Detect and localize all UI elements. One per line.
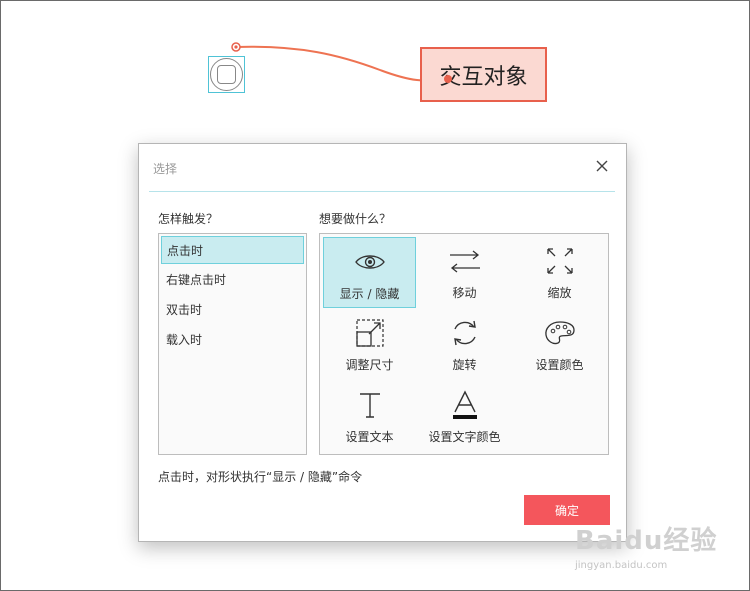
action-grid: 显示 / 隐藏 移动 缩放 调整尺寸 旋转 设置颜色 设置文本 设置文字颜色 <box>319 233 609 455</box>
watermark-sub: jingyan.baidu.com <box>575 560 668 571</box>
close-button[interactable] <box>592 156 612 176</box>
trigger-item-click[interactable]: 点击时 <box>161 236 304 264</box>
action-move[interactable]: 移动 <box>418 237 511 308</box>
action-set-color[interactable]: 设置颜色 <box>513 309 606 380</box>
action-set-text-color[interactable]: 设置文字颜色 <box>418 381 511 452</box>
baidu-watermark: Baidu经验 jingyan.baidu.com <box>575 516 735 576</box>
watermark-main: Baidu经验 <box>575 526 718 556</box>
action-scale[interactable]: 缩放 <box>513 237 606 308</box>
action-rotate[interactable]: 旋转 <box>418 309 511 380</box>
move-arrows-icon <box>448 247 482 275</box>
resize-icon <box>355 319 385 347</box>
action-resize[interactable]: 调整尺寸 <box>323 309 416 380</box>
action-section-label: 想要做什么？ <box>319 212 392 226</box>
trigger-list: 点击时 右键点击时 双击时 载入时 <box>158 233 307 455</box>
canvas-button-shape[interactable] <box>208 56 245 93</box>
palette-icon <box>543 319 577 347</box>
shape-square <box>217 65 236 84</box>
action-show-hide[interactable]: 显示 / 隐藏 <box>323 237 416 308</box>
status-text: 点击时，对形状执行“显示 / 隐藏”命令 <box>158 470 363 484</box>
eye-icon <box>354 248 386 276</box>
action-set-text[interactable]: 设置文本 <box>323 381 416 452</box>
trigger-item-double-click[interactable]: 双击时 <box>161 296 304 324</box>
interactive-object[interactable]: 交互对象 <box>420 47 547 102</box>
rotate-icon <box>450 319 480 347</box>
text-color-icon <box>450 390 480 419</box>
text-icon <box>357 391 383 419</box>
interactive-object-label: 交互对象 <box>439 64 528 90</box>
trigger-item-right-click[interactable]: 右键点击时 <box>161 266 304 294</box>
dialog-divider <box>149 191 615 192</box>
dialog-title: 选择 <box>153 162 178 176</box>
select-dialog: 选择 怎样触发？ 想要做什么？ 点击时 右键点击时 双击时 载入时 显示 / 隐… <box>138 143 627 542</box>
trigger-item-load[interactable]: 载入时 <box>161 326 304 354</box>
trigger-section-label: 怎样触发？ <box>158 212 219 226</box>
scale-arrows-icon <box>546 247 574 275</box>
close-icon <box>596 160 608 172</box>
